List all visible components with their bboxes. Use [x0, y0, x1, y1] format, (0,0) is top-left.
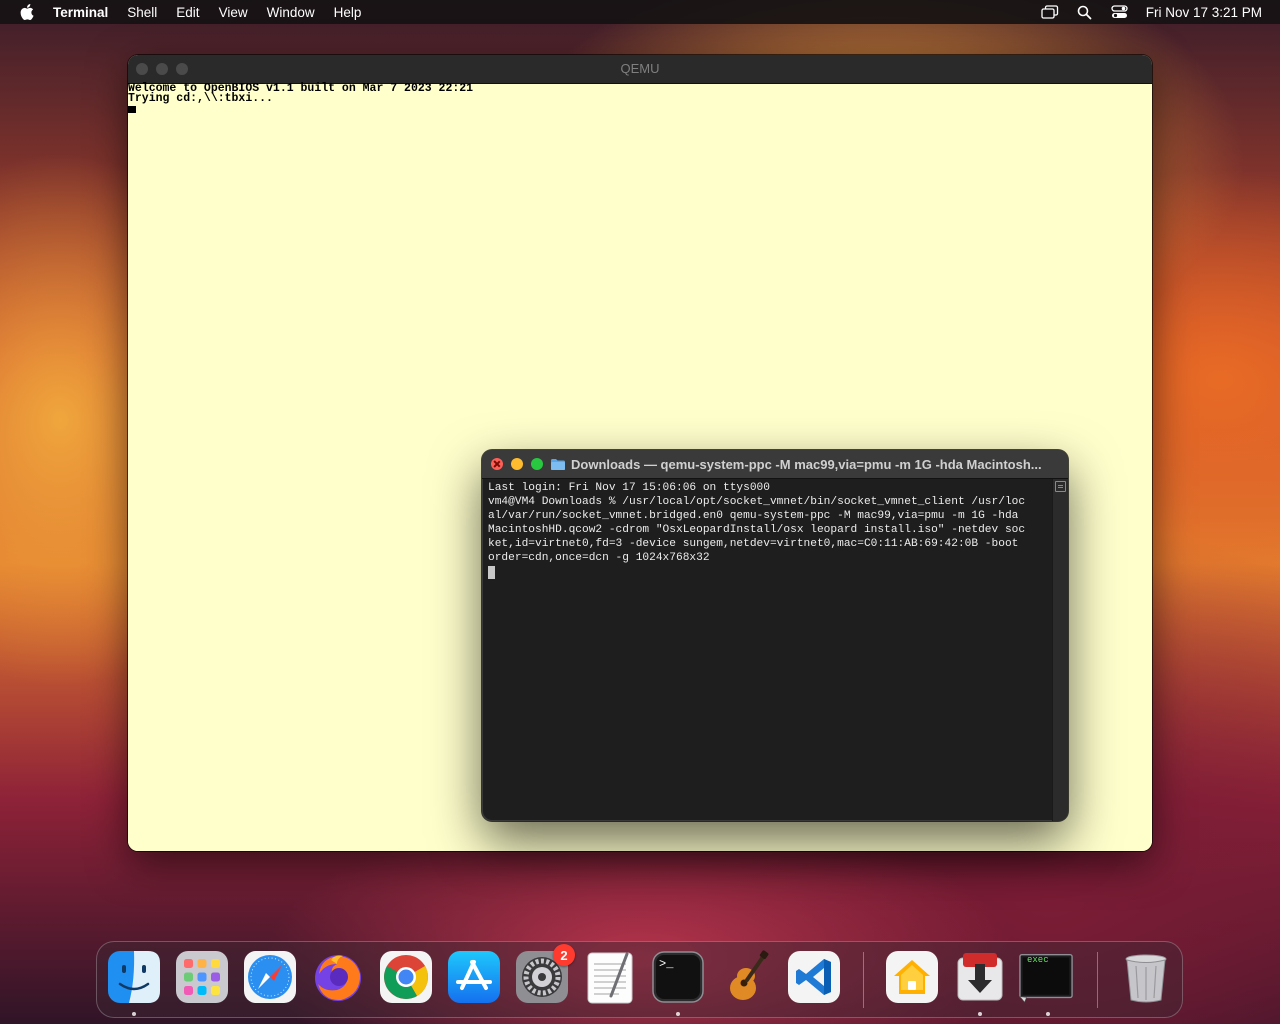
dock-exec-icon[interactable]: exec: [1019, 950, 1073, 1004]
qemu-text-cursor: [128, 106, 136, 113]
screen-mirroring-icon[interactable]: [1041, 4, 1059, 20]
terminal-minimize-button[interactable]: [511, 458, 523, 470]
terminal-scrollbar[interactable]: [1052, 479, 1068, 821]
dock-garageband-icon[interactable]: [719, 950, 773, 1004]
menu-bar-extras: Fri Nov 17 3:21 PM: [1024, 0, 1262, 24]
dock-vscode-icon[interactable]: [787, 950, 841, 1004]
dock-app-store-icon[interactable]: [447, 950, 501, 1004]
menu-shell[interactable]: Shell: [127, 5, 157, 20]
folder-icon: [551, 458, 565, 470]
dock-separator: [863, 952, 864, 1008]
menu-view[interactable]: View: [219, 5, 248, 20]
terminal-line: ket,id=virtnet0,fd=3 -device sungem,netd…: [488, 538, 1019, 550]
terminal-close-button[interactable]: [491, 458, 503, 470]
spotlight-search-icon[interactable]: [1076, 4, 1094, 20]
menu-window[interactable]: Window: [267, 5, 315, 20]
terminal-line: MacintoshHD.qcow2 -cdrom "OsxLeopardInst…: [488, 524, 1026, 536]
dock-system-settings-icon[interactable]: 2: [515, 944, 575, 1004]
dock-trash-icon[interactable]: [1119, 950, 1173, 1004]
dock-separator: [1097, 952, 1098, 1008]
qemu-titlebar[interactable]: QEMU: [128, 55, 1152, 84]
dock-firefox-icon[interactable]: [311, 950, 365, 1004]
exec-label: exec: [1027, 955, 1049, 965]
openbios-boot-line: Trying cd:,\\:tbxi...: [128, 92, 273, 105]
dock-home-icon[interactable]: [885, 950, 939, 1004]
qemu-window-title: QEMU: [620, 61, 660, 76]
dock-launchpad-icon[interactable]: [175, 950, 229, 1004]
terminal-titlebar[interactable]: Downloads — qemu-system-ppc -M mac99,via…: [482, 450, 1068, 479]
control-center-icon[interactable]: [1111, 4, 1129, 20]
terminal-line: vm4@VM4 Downloads % /usr/local/opt/socke…: [488, 496, 1026, 508]
openbios-welcome-line: Welcome to OpenBIOS v1.1 built on Mar 7 …: [128, 82, 474, 95]
dock: 2 >_ exec: [96, 941, 1183, 1018]
dock-textedit-icon[interactable]: [583, 950, 637, 1004]
dock-chrome-icon[interactable]: [379, 950, 433, 1004]
apple-menu-icon[interactable]: [19, 4, 35, 20]
system-settings-badge: 2: [553, 944, 575, 966]
dock-downloads-icon[interactable]: [953, 950, 1007, 1004]
menu-bar-clock[interactable]: Fri Nov 17 3:21 PM: [1146, 5, 1262, 20]
exec-running-indicator: [1046, 1012, 1050, 1016]
terminal-prompt-glyph: >_: [659, 957, 674, 971]
terminal-running-indicator: [676, 1012, 680, 1016]
terminal-line: al/var/run/socket_vmnet.bridged.en0 qemu…: [488, 510, 1019, 522]
menu-edit[interactable]: Edit: [176, 5, 199, 20]
menu-bar: Terminal Shell Edit View Window Help Fri…: [0, 0, 1280, 24]
terminal-line: order=cdn,once=dcn -g 1024x768x32: [488, 552, 710, 564]
menu-help[interactable]: Help: [334, 5, 362, 20]
terminal-zoom-button[interactable]: [531, 458, 543, 470]
terminal-window[interactable]: Downloads — qemu-system-ppc -M mac99,via…: [482, 450, 1068, 821]
terminal-window-title: Downloads — qemu-system-ppc -M mac99,via…: [571, 456, 1042, 472]
finder-running-indicator: [132, 1012, 136, 1016]
terminal-line: Last login: Fri Nov 17 15:06:06 on ttys0…: [488, 482, 770, 494]
dock-terminal-icon[interactable]: >_: [651, 950, 705, 1004]
downloads-running-indicator: [978, 1012, 982, 1016]
menu-app-name[interactable]: Terminal: [53, 5, 108, 20]
terminal-output[interactable]: Last login: Fri Nov 17 15:06:06 on ttys0…: [482, 479, 1052, 821]
split-pane-icon[interactable]: [1055, 481, 1066, 492]
terminal-cursor: [488, 566, 495, 579]
dock-finder-icon[interactable]: [107, 950, 161, 1004]
dock-safari-icon[interactable]: [243, 950, 297, 1004]
